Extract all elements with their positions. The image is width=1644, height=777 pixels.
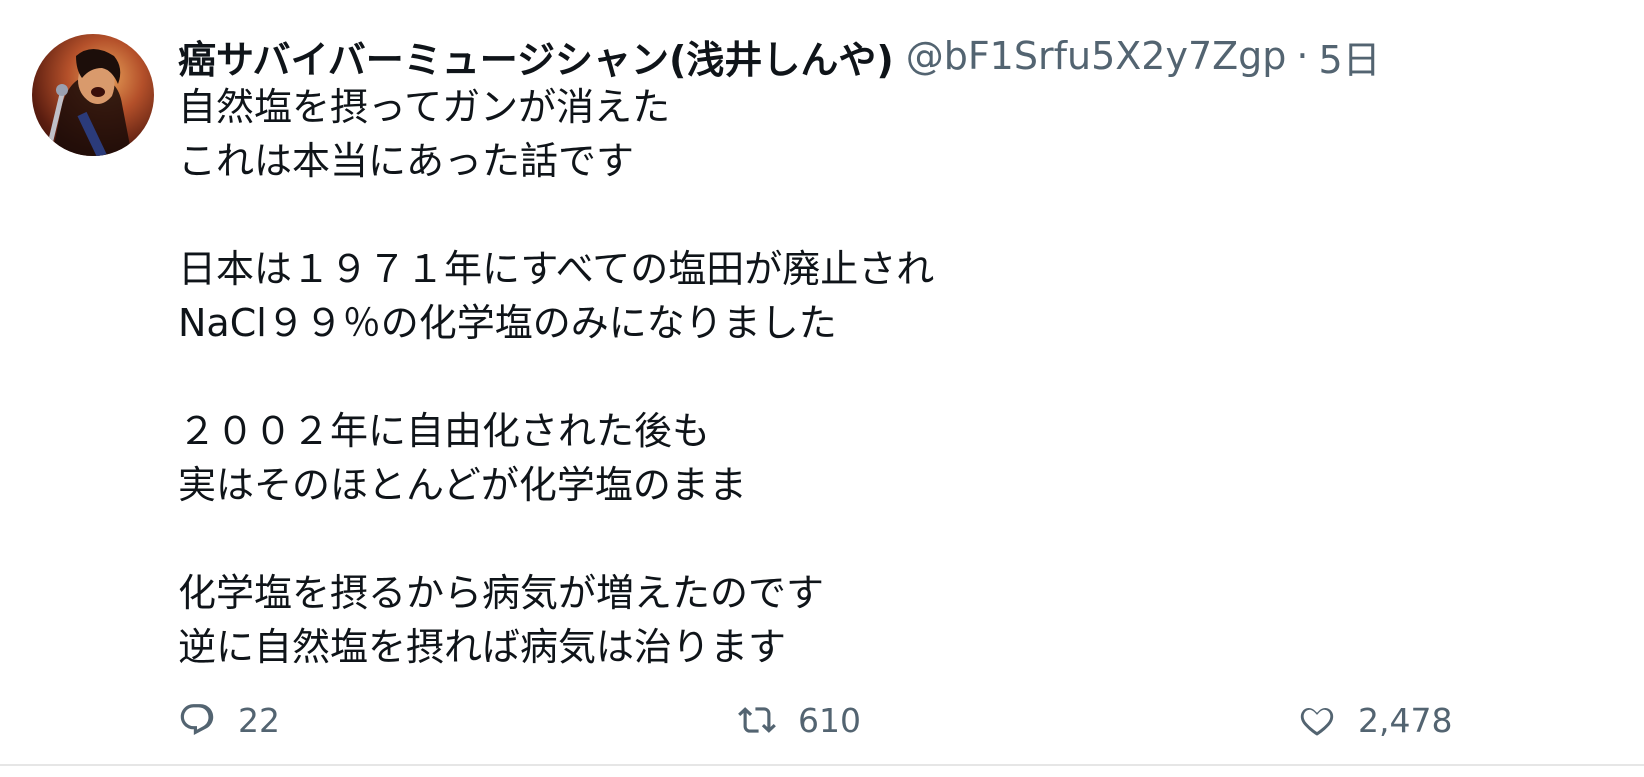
tweet-actions: 22 610 2,478 [178, 696, 1468, 744]
tweet-text-line: NaCl９９％の化学塩のみになりました [178, 301, 837, 345]
separator-dot: · [1296, 34, 1309, 78]
like-button[interactable]: 2,478 [1298, 696, 1452, 744]
heart-icon [1298, 701, 1336, 739]
reply-icon [178, 701, 216, 739]
tweet-text-line: 自然塩を摂ってガンが消えた [178, 85, 671, 129]
divider [0, 764, 1644, 766]
tweet-header: 癌サバイバーミュージシャン(浅井しんや) @bF1Srfu5X2y7Zgp · … [178, 28, 1381, 84]
user-handle[interactable]: @bF1Srfu5X2y7Zgp [906, 34, 1287, 78]
tweet-text: 自然塩を摂ってガンが消えた これは本当にあった話です 日本は１９７１年にすべての… [178, 80, 1478, 674]
tweet-text-blank-line [178, 350, 1478, 404]
tweet-text-blank-line [178, 512, 1478, 566]
retweet-button[interactable]: 610 [738, 696, 861, 744]
tweet-text-line: これは本当にあった話です [178, 139, 635, 183]
tweet-text-line: 化学塩を摂るから病気が増えたのです [178, 571, 825, 615]
retweet-icon [738, 701, 776, 739]
like-count: 2,478 [1358, 700, 1453, 740]
avatar-image [47, 49, 132, 156]
reply-button[interactable]: 22 [178, 696, 280, 744]
reply-count: 22 [238, 700, 280, 740]
retweet-count: 610 [798, 700, 861, 740]
tweet-text-line: 日本は１９７１年にすべての塩田が廃止され [178, 247, 935, 291]
timestamp[interactable]: 5日 [1318, 29, 1380, 84]
tweet-text-line: ２００２年に自由化された後も [178, 409, 711, 453]
tweet-card[interactable]: 癌サバイバーミュージシャン(浅井しんや) @bF1Srfu5X2y7Zgp · … [0, 0, 1644, 764]
tweet-text-line: 実はそのほとんどが化学塩のまま [178, 463, 747, 507]
tweet-text-blank-line [178, 188, 1478, 242]
display-name[interactable]: 癌サバイバーミュージシャン(浅井しんや) [178, 29, 894, 84]
tweet-text-line: 逆に自然塩を摂れば病気は治ります [178, 625, 787, 669]
avatar[interactable] [32, 34, 154, 156]
